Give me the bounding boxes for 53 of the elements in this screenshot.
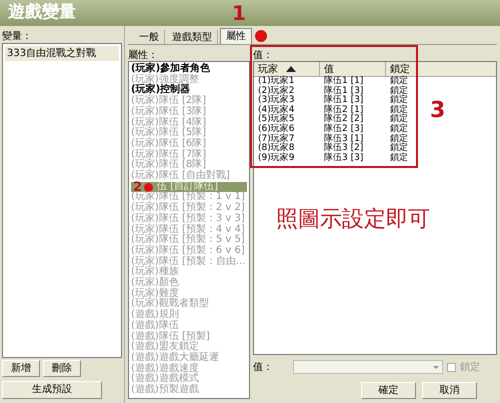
push-button[interactable]: 確定 [361, 382, 416, 399]
value-label: 值： [253, 360, 273, 374]
table-cell-text: 鎖定 [389, 96, 409, 106]
table-cell-text: (1)玩家1 [257, 77, 296, 86]
table-cell-text: (5)玩家5 [257, 115, 296, 124]
tab[interactable]: 遊戲類型 [167, 30, 218, 44]
table-cell-text: 隊伍3 [1] [323, 134, 364, 144]
value-dropdown[interactable] [293, 360, 443, 374]
annotation-note: 照圖示設定即可 [276, 206, 430, 234]
table-cell-text: (9)玩家9 [257, 154, 296, 164]
variables-label: 變量： [2, 30, 33, 43]
table-cell-text: (7)玩家7 [257, 134, 296, 144]
table-cell-text: 隊伍1 [3] [323, 86, 364, 96]
window-title: 遊戲變量 [8, 1, 76, 24]
table-cell-text: (8)玩家8 [257, 144, 296, 154]
lock-checkbox[interactable] [447, 362, 456, 372]
table-cell-text: 鎖定 [389, 124, 409, 134]
values-label: 值： [253, 49, 274, 61]
lock-label: 鎖定 [460, 360, 480, 374]
table-cell-text: 隊伍1 [3] [323, 96, 364, 106]
annotation-marker: 1 [232, 3, 246, 23]
push-button[interactable]: 刪除 [43, 360, 81, 377]
table-cell-text: (6)玩家6 [257, 124, 296, 134]
sort-up-icon [286, 66, 296, 72]
table-cell-text: 鎖定 [389, 144, 409, 154]
tab[interactable]: 屬性 [220, 28, 252, 44]
table-cell-text: (2)玩家2 [257, 86, 296, 96]
tab[interactable]: 一般 [134, 30, 165, 44]
table-cell-text: 隊伍1 [1] [323, 77, 364, 86]
column-header[interactable]: 玩家 [254, 62, 320, 76]
table-cell-text: 鎖定 [389, 115, 409, 124]
column-header[interactable]: 鎖定 [386, 62, 417, 76]
push-button[interactable]: 取消 [422, 382, 477, 399]
table-cell-text: 鎖定 [389, 106, 409, 115]
properties-label: 屬性： [128, 48, 159, 61]
table-cell-text: 隊伍2 [3] [323, 124, 364, 134]
variable-item[interactable]: 333自由混戰之對戰 [5, 46, 119, 61]
table-cell-text: 隊伍3 [3] [323, 154, 364, 164]
property-item[interactable]: (玩家)參加者角色 [131, 64, 247, 75]
table-cell-text: 隊伍2 [1] [323, 106, 364, 115]
table-cell-text: 隊伍2 [2] [323, 115, 364, 124]
table-cell-text: 鎖定 [389, 134, 409, 144]
table-cell-text: 鎖定 [389, 77, 409, 86]
table-cell-text: 鎖定 [389, 86, 409, 96]
table-cell-text: 鎖定 [389, 154, 409, 164]
table-cell-text: (3)玩家3 [257, 96, 296, 106]
push-button[interactable]: 新增 [2, 360, 40, 377]
column-header[interactable]: 值 [320, 62, 386, 76]
table-cell-text: 隊伍3 [2] [323, 144, 364, 154]
annotation-marker: 3 [430, 100, 446, 122]
table-cell-text: (4)玩家4 [257, 106, 296, 115]
push-button[interactable]: 生成預設 [2, 381, 102, 399]
annotation-marker: 2 [133, 180, 142, 194]
